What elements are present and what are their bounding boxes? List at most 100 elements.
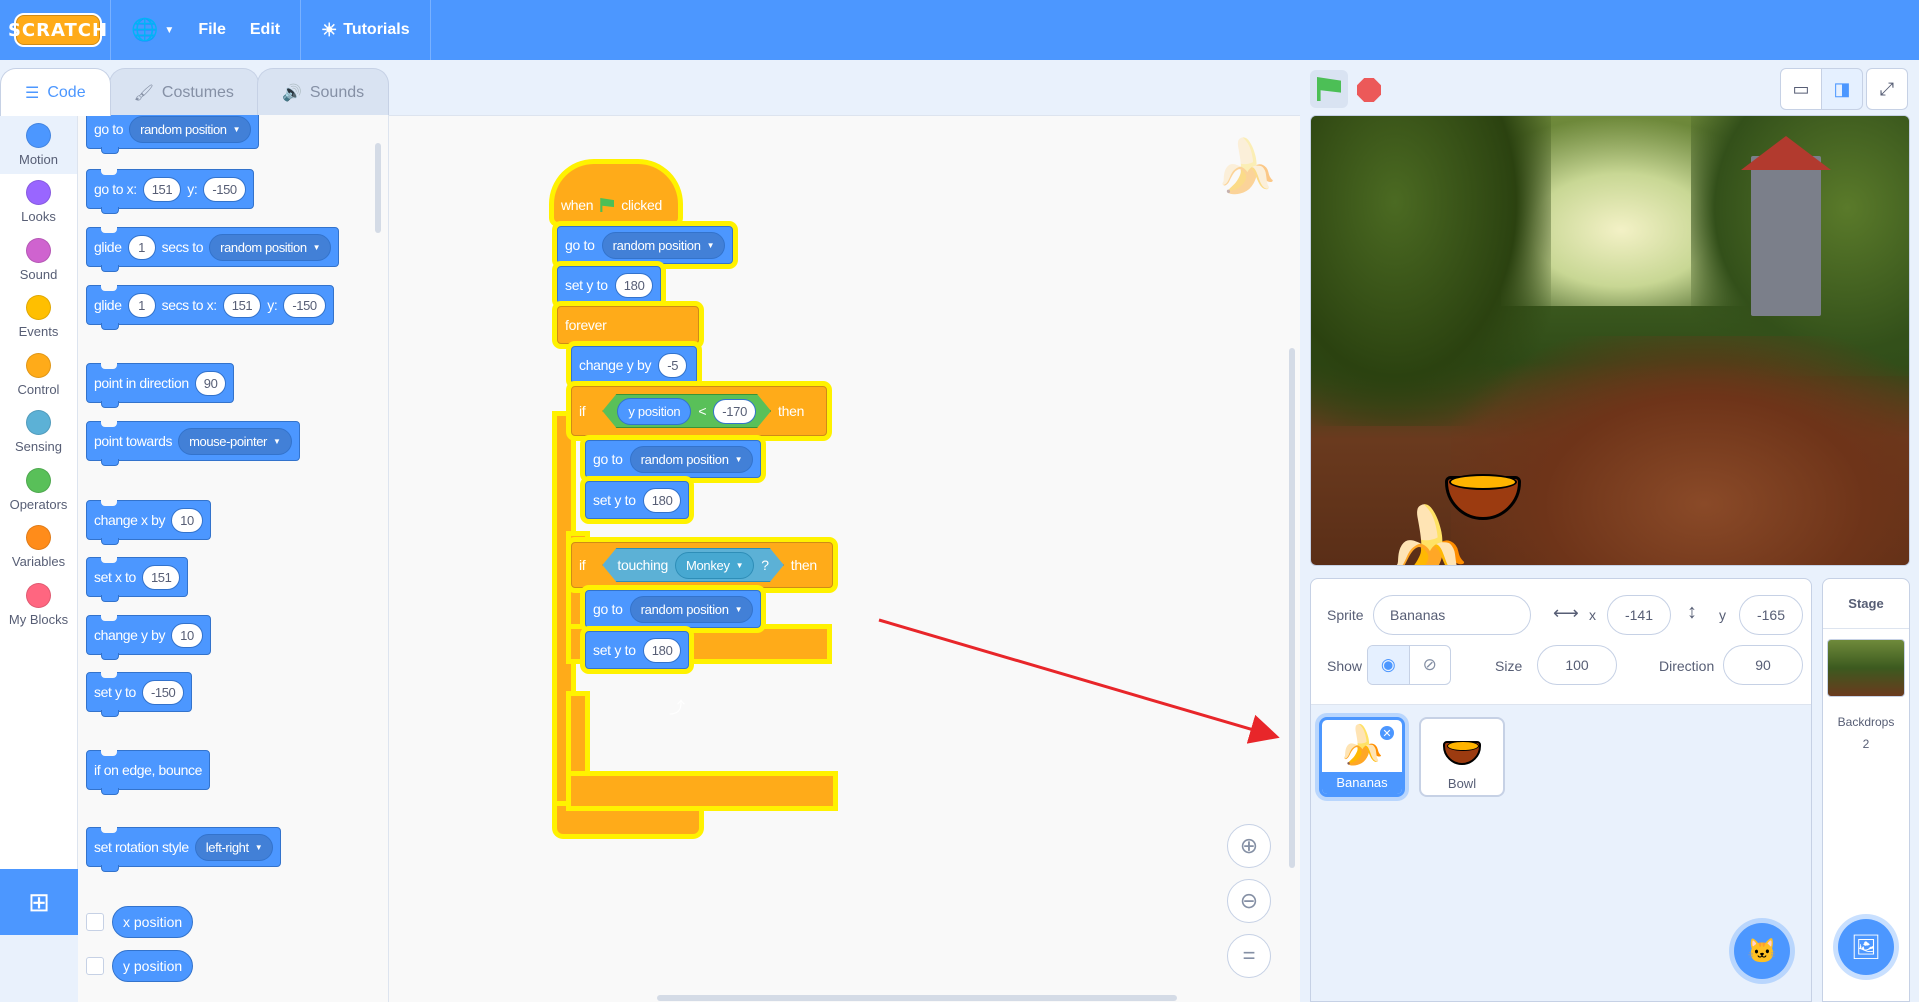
y-input[interactable]: -165 bbox=[1739, 595, 1803, 635]
block-glide-random[interactable]: glide 1 secs to random position ▼ bbox=[86, 227, 340, 272]
show-button[interactable]: ◉ bbox=[1368, 646, 1410, 684]
bowl-thumbnail-icon bbox=[1443, 719, 1481, 773]
fullscreen-button[interactable]: ⤢ bbox=[1866, 68, 1908, 110]
green-flag-button[interactable] bbox=[1310, 70, 1348, 108]
direction-input[interactable]: 90 bbox=[194, 370, 227, 396]
choose-backdrop-button[interactable]: 🖼 bbox=[1838, 919, 1894, 975]
category-sensing[interactable]: Sensing bbox=[0, 404, 77, 462]
block-change-y[interactable]: change y by 10 bbox=[86, 615, 211, 660]
tab-sounds[interactable]: 🔊 Sounds bbox=[256, 68, 390, 116]
category-menu: Motion Looks Sound Events Control Sensin… bbox=[0, 115, 78, 935]
category-operators[interactable]: Operators bbox=[0, 461, 77, 519]
category-label: Sound bbox=[19, 266, 58, 282]
stage-canvas[interactable]: 🍌 bbox=[1310, 115, 1910, 566]
block-set-rotation-style[interactable]: set rotation style left-right ▼ bbox=[86, 827, 282, 872]
dropdown-target[interactable]: random position ▼ bbox=[209, 233, 332, 261]
sprite-name-input[interactable]: Bananas bbox=[1373, 595, 1531, 635]
set-y-input[interactable]: -150 bbox=[141, 679, 185, 705]
set-x-input[interactable]: 151 bbox=[141, 564, 181, 590]
code-workspace[interactable]: 🍌 when clicked go to random position ▼ se… bbox=[389, 115, 1300, 1002]
change-x-input[interactable]: 10 bbox=[171, 507, 203, 533]
category-control[interactable]: Control bbox=[0, 346, 77, 404]
category-looks[interactable]: Looks bbox=[0, 174, 77, 232]
sprite-tile-bananas[interactable]: ✕ 🍌 Bananas bbox=[1319, 717, 1405, 797]
globe-icon: 🌐 bbox=[131, 17, 159, 42]
menu-separator bbox=[300, 0, 302, 60]
block-point-towards[interactable]: point towards mouse-pointer ▼ bbox=[86, 421, 300, 466]
block-go-to-random[interactable]: go to random position ▼ bbox=[86, 115, 260, 154]
sprite-tile-bowl[interactable]: Bowl bbox=[1419, 717, 1505, 797]
category-sound[interactable]: Sound bbox=[0, 231, 77, 289]
secs-input[interactable]: 1 bbox=[127, 292, 156, 318]
motion-dot-icon bbox=[26, 122, 51, 148]
workspace-horizontal-scrollbar[interactable] bbox=[657, 995, 1177, 1001]
x-input[interactable]: 151 bbox=[222, 292, 262, 318]
secs-input[interactable]: 1 bbox=[127, 234, 156, 260]
small-stage-button[interactable]: ▭ bbox=[1780, 68, 1822, 110]
equals-icon: = bbox=[1242, 943, 1256, 968]
stage-thumbnail[interactable] bbox=[1827, 639, 1905, 697]
add-extension-button[interactable]: ⊞ bbox=[0, 869, 78, 935]
block-go-to-xy[interactable]: go to x: 151 y: -150 bbox=[86, 169, 254, 214]
stop-button[interactable] bbox=[1357, 78, 1381, 102]
zoom-in-button[interactable]: ⊕ bbox=[1227, 824, 1271, 868]
tab-costumes[interactable]: 🖌 Costumes bbox=[108, 68, 259, 116]
category-motion[interactable]: Motion bbox=[0, 116, 77, 174]
dropdown-rotation[interactable]: left-right ▼ bbox=[194, 833, 274, 861]
block-text: set x to bbox=[94, 569, 136, 585]
tutorials-label: Tutorials bbox=[343, 21, 410, 38]
sprite-info: Sprite Bananas ⟷ x -141 ↕ y -165 Show ◉ … bbox=[1311, 579, 1811, 705]
tutorials-menu[interactable]: ☀ Tutorials bbox=[309, 0, 422, 60]
stage-selector[interactable]: Stage Backdrops 2 🖼 bbox=[1822, 578, 1910, 1002]
block-text: set rotation style bbox=[94, 839, 189, 855]
dropdown-target[interactable]: random position ▼ bbox=[129, 115, 252, 143]
category-my-blocks[interactable]: My Blocks bbox=[0, 576, 77, 634]
stage-header: ▭ ◨ ⤢ bbox=[1310, 68, 1910, 116]
fullscreen-icon: ⤢ bbox=[1879, 78, 1895, 99]
language-menu[interactable]: 🌐 ▼ bbox=[119, 0, 186, 60]
dropdown-target[interactable]: mouse-pointer ▼ bbox=[178, 427, 292, 455]
size-input[interactable]: 100 bbox=[1537, 645, 1617, 685]
x-position-checkbox[interactable] bbox=[86, 913, 104, 931]
reporter-x-position[interactable]: x position bbox=[112, 906, 194, 938]
scratch-logo[interactable]: SCRATCH bbox=[8, 13, 107, 47]
y-input[interactable]: -150 bbox=[283, 292, 326, 318]
workspace-vertical-scrollbar[interactable] bbox=[1289, 348, 1295, 868]
dropdown-value: mouse-pointer bbox=[189, 433, 267, 449]
block-point-in-direction[interactable]: point in direction 90 bbox=[86, 363, 235, 408]
x-input[interactable]: 151 bbox=[142, 176, 182, 202]
direction-input[interactable]: 90 bbox=[1723, 645, 1803, 685]
dropdown-value: random position bbox=[140, 121, 227, 137]
file-menu[interactable]: File bbox=[186, 0, 238, 60]
hide-button[interactable]: ⊘ bbox=[1410, 646, 1451, 684]
change-y-input[interactable]: 10 bbox=[171, 622, 203, 648]
block-change-x[interactable]: change x by 10 bbox=[86, 500, 211, 545]
choose-sprite-button[interactable]: 🐱 bbox=[1734, 923, 1790, 979]
reporter-y-position[interactable]: y position bbox=[112, 950, 194, 982]
zoom-reset-button[interactable]: = bbox=[1227, 934, 1271, 978]
menu-separator bbox=[110, 0, 111, 60]
sprite-tile-name: Bananas bbox=[1322, 772, 1402, 794]
x-input[interactable]: -141 bbox=[1607, 595, 1671, 635]
block-bounce[interactable]: if on edge, bounce bbox=[86, 750, 211, 795]
zoom-out-icon: ⊖ bbox=[1239, 888, 1259, 913]
tab-label: Costumes bbox=[161, 83, 234, 101]
palette-scrollbar[interactable] bbox=[375, 143, 381, 233]
delete-sprite-icon[interactable]: ✕ bbox=[1378, 724, 1396, 742]
category-events[interactable]: Events bbox=[0, 289, 77, 347]
block-set-y[interactable]: set y to -150 bbox=[86, 672, 193, 717]
editor-tabs: ☰ Code 🖌 Costumes 🔊 Sounds bbox=[0, 68, 390, 116]
add-extension-icon: ⊞ bbox=[28, 886, 50, 917]
large-stage-button[interactable]: ◨ bbox=[1821, 68, 1863, 110]
category-label: Variables bbox=[11, 554, 66, 570]
y-input[interactable]: -150 bbox=[203, 176, 246, 202]
category-variables[interactable]: Variables bbox=[0, 519, 77, 577]
zoom-out-button[interactable]: ⊖ bbox=[1227, 879, 1271, 923]
bananas-sprite-icon[interactable]: 🍌 bbox=[1385, 508, 1472, 565]
edit-menu[interactable]: Edit bbox=[238, 0, 292, 60]
block-text: y: bbox=[267, 297, 278, 313]
block-set-x[interactable]: set x to 151 bbox=[86, 557, 189, 602]
tab-code[interactable]: ☰ Code bbox=[0, 68, 111, 116]
y-position-checkbox[interactable] bbox=[86, 957, 104, 975]
block-glide-xy[interactable]: glide 1 secs to x: 151 y: -150 bbox=[86, 285, 334, 330]
